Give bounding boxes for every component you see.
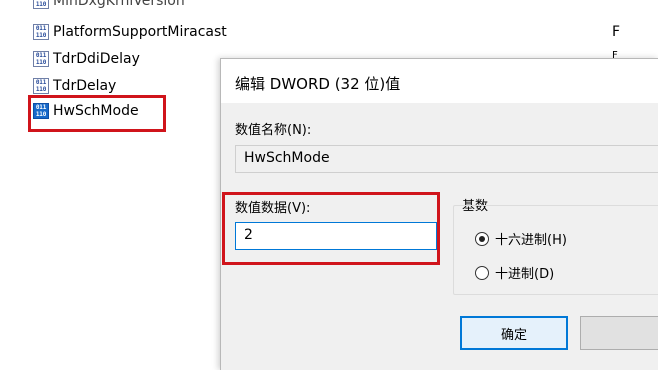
radio-decimal-label: 十进制(D) [495,267,555,282]
radio-hex[interactable]: 十六进制(H) [475,229,567,248]
registry-binary-icon: 011110 [33,78,49,94]
registry-item[interactable]: 011 110 TdrDdiDelay [33,49,140,69]
registry-item-label: TdrDdiDelay [53,51,140,67]
radio-unchecked-icon[interactable] [475,265,489,280]
registry-binary-icon: 011110 [33,51,49,67]
registry-type-cell: F [612,24,621,40]
dialog-title: 编辑 DWORD (32 位)值 [235,75,401,93]
highlight-selected-value [28,95,166,132]
radio-decimal[interactable]: 十进制(D) [475,263,554,282]
cancel-button[interactable] [580,316,658,350]
registry-item[interactable]: 011 110 TdrDelay [33,76,116,96]
value-name-label: 数值名称(N): [235,123,312,138]
value-name-field[interactable]: HwSchMode [235,145,658,173]
registry-item[interactable]: 011 110 PlatformSupportMiracast [33,22,227,42]
radio-checked-icon[interactable] [475,231,489,246]
registry-item[interactable]: 011110 MinDxgKrnlVersion [33,0,185,11]
ok-button[interactable]: 确定 [460,316,568,350]
radio-hex-label: 十六进制(H) [495,233,567,248]
registry-binary-icon: 011110 [33,0,49,9]
registry-item-label: PlatformSupportMiracast [53,24,227,40]
registry-item-label: MinDxgKrnlVersion [53,0,185,9]
registry-item-label: TdrDelay [53,78,117,94]
highlight-value-data [222,192,440,265]
registry-binary-icon: 011110 [33,24,49,40]
